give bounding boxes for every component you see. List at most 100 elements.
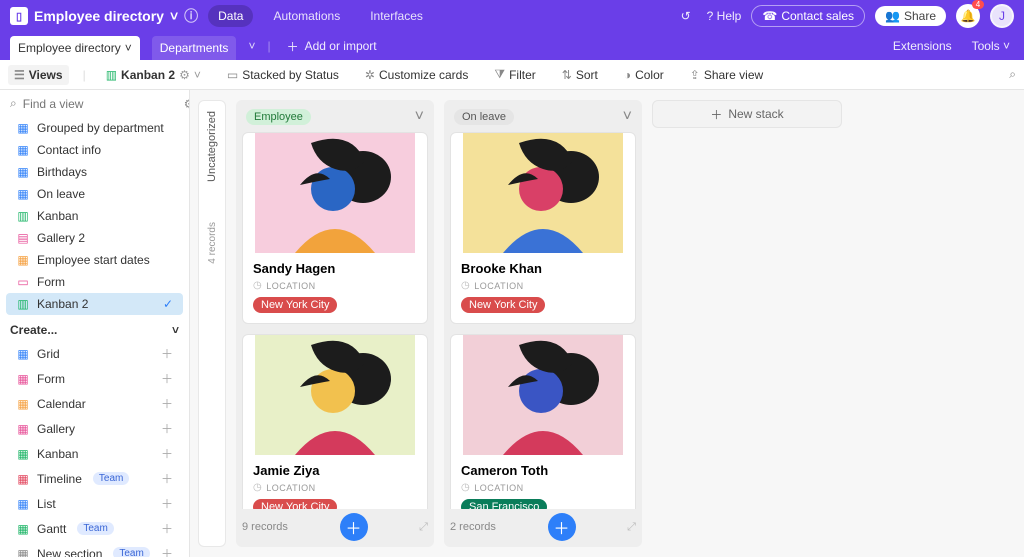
share-button[interactable]: 👥 Share [875,6,946,26]
view-type-icon: ▦ [16,397,30,411]
plus-icon[interactable]: ＋ [161,345,173,362]
sidebar-create-item[interactable]: ▦List＋ [6,491,183,516]
view-type-icon: ▦ [16,347,30,361]
sidebar-view-item[interactable]: ▦Contact info [6,139,183,161]
notification-bell[interactable]: 🔔 4 [956,4,980,28]
color-button[interactable]: ◑ Color [618,65,670,85]
new-stack-button[interactable]: ＋ New stack [652,100,842,128]
stack-tag[interactable]: On leave [454,109,514,125]
plus-icon[interactable]: ＋ [161,420,173,437]
kanban-card[interactable]: Brooke Khan LOCATION New York City [450,132,636,324]
sidebar-create-item[interactable]: ▦Form＋ [6,366,183,391]
menu-icon: ☰ [14,68,25,82]
add-card-button[interactable]: ＋ [340,513,368,541]
history-icon[interactable]: ↺ [675,5,697,27]
sidebar-view-label: Birthdays [37,165,87,179]
sidebar-view-label: On leave [37,187,85,201]
sidebar-view-item[interactable]: ▦Grouped by department [6,117,183,139]
filter-icon: ⧩ [494,67,505,82]
expand-icon[interactable]: ⤢ [419,521,428,534]
current-view-button[interactable]: ▥ Kanban 2 ⚙ ˅ [100,65,207,85]
sidebar-create-label: Kanban [37,447,78,461]
plus-icon[interactable]: ＋ [161,520,173,537]
plus-icon[interactable]: ＋ [161,545,173,557]
sidebar-create-label: Calendar [37,397,86,411]
card-name: Sandy Hagen [253,261,417,276]
add-or-import-button[interactable]: ＋ Add or import [283,33,381,60]
plus-icon[interactable]: ＋ [161,445,173,462]
expand-icon[interactable]: ⤢ [627,521,636,534]
check-icon: ✓ [163,297,173,311]
sidebar-create-item[interactable]: ▦ Calendar ＋ [6,391,183,416]
view-type-icon: ▦ [16,372,30,386]
search-icon[interactable]: ⌕ [1009,67,1016,82]
plus-icon[interactable]: ＋ [161,495,173,512]
sidebar-view-item[interactable]: ▭Form [6,271,183,293]
chevron-down-icon[interactable]: ˅ [170,8,178,24]
kanban-card[interactable]: Jamie Ziya LOCATION New York City [242,334,428,509]
add-card-button[interactable]: ＋ [548,513,576,541]
kanban-card[interactable]: Sandy Hagen LOCATION New York City [242,132,428,324]
kanban-icon: ▥ [16,297,30,311]
create-section-toggle[interactable]: Create... ˅ [0,315,189,341]
sidebar-create-item[interactable]: ▦New sectionTeam＋ [6,541,183,557]
sidebar-create-item[interactable]: ▦GanttTeam＋ [6,516,183,541]
app-title[interactable]: ▯ Employee directory ˅ ⓘ [10,6,198,26]
plus-icon[interactable]: ＋ [161,370,173,387]
sidebar-view-item[interactable]: ▦On leave [6,183,183,205]
sidebar-view-item[interactable]: ▥Kanban 2✓ [6,293,183,315]
stack-footer: 9 records ＋ ⤢ [242,509,428,541]
chevron-down-icon[interactable]: ˅ [125,41,132,55]
phone-icon: ☎ [762,9,777,23]
chevron-down-icon: ˅ [1003,39,1010,53]
help-icon: ? [707,9,717,23]
filter-button[interactable]: ⧩ Filter [488,64,541,85]
sidebar-view-item[interactable]: ▤Gallery 2 [6,227,183,249]
sidebar-create-item[interactable]: ▦TimelineTeam＋ [6,466,183,491]
extensions-link[interactable]: Extensions [889,34,956,58]
table-tab-employee-directory[interactable]: Employee directory ˅ [10,36,140,60]
contact-sales-button[interactable]: ☎ Contact sales [751,5,865,27]
plus-icon[interactable]: ＋ [161,470,173,487]
chevron-down-icon[interactable]: ˅ [248,39,255,53]
table-tab-departments[interactable]: Departments [152,36,237,60]
people-icon: ⚙ [179,68,190,82]
sidebar-view-item[interactable]: ▥Kanban [6,205,183,227]
tools-link[interactable]: Tools ˅ [968,34,1014,58]
sort-button[interactable]: ⇅ Sort [556,65,604,85]
sidebar-create-item[interactable]: ▦Gallery＋ [6,416,183,441]
chevron-down-icon[interactable]: ˅ [623,108,632,126]
sidebar-view-item[interactable]: ▦Employee start dates [6,249,183,271]
find-a-view-input[interactable] [23,97,178,111]
info-icon[interactable]: ⓘ [184,6,198,26]
card-name: Jamie Ziya [253,463,417,478]
sidebar-create-item[interactable]: ▦Kanban＋ [6,441,183,466]
chevron-down-icon[interactable]: ˅ [415,108,424,126]
card-image [451,335,635,455]
stack-record-count: 9 records [242,521,288,533]
plus-icon[interactable]: ＋ [161,395,173,412]
sidebar-create-label: List [37,497,56,511]
share-view-button[interactable]: ⇪ Share view [684,65,769,85]
sidebar: ⌕ ⚙ ▦Grouped by department▦Contact info▦… [0,90,190,557]
card-field-label: LOCATION [461,482,625,493]
plus-icon: ＋ [287,38,299,55]
stack-tag[interactable]: Employee [246,109,311,125]
help-link[interactable]: ? Help [707,9,742,23]
user-avatar[interactable]: J [990,4,1014,28]
sidebar-create-item[interactable]: ▦Grid＋ [6,341,183,366]
kanban-card[interactable]: Cameron Toth LOCATION San Francisco [450,334,636,509]
chevron-down-icon[interactable]: ˅ [194,68,201,82]
tab-data[interactable]: Data [208,5,253,27]
uncategorized-stack[interactable]: Uncategorized 4 records [198,100,226,547]
top-bar: ▯ Employee directory ˅ ⓘ Data Automation… [0,0,1024,32]
tab-automations[interactable]: Automations [263,5,350,27]
people-icon: 👥 [885,9,900,23]
sidebar-view-item[interactable]: ▦Birthdays [6,161,183,183]
tab-interfaces[interactable]: Interfaces [360,5,433,27]
stack-icon: ▭ [227,68,238,82]
color-icon: ◑ [624,68,631,82]
stacked-by-button[interactable]: ▭ Stacked by Status [221,65,345,85]
customize-cards-button[interactable]: ✲ Customize cards [359,65,474,85]
views-toggle[interactable]: ☰ Views [8,65,69,85]
